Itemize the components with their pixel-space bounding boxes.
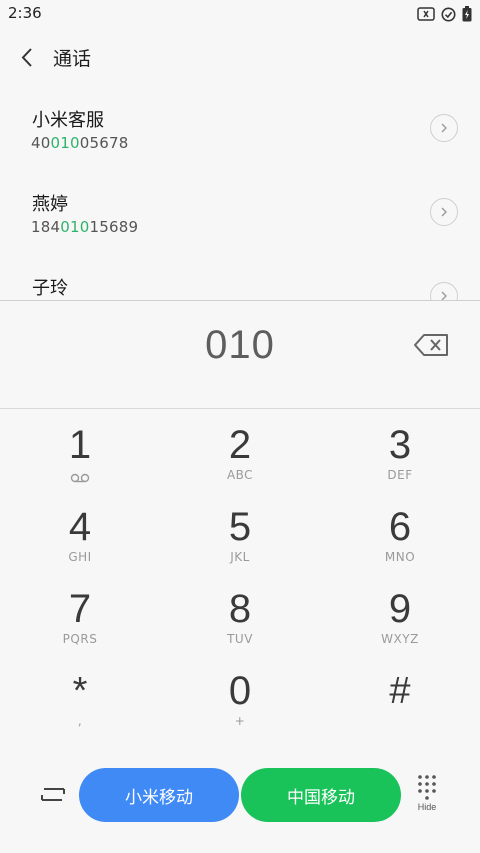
backspace-button[interactable] bbox=[412, 331, 452, 359]
voicemail-icon bbox=[70, 468, 90, 487]
key-letters: ABC bbox=[226, 468, 254, 482]
key-digit: 6 bbox=[388, 505, 412, 549]
dialpad-icon bbox=[418, 775, 436, 800]
key-letters: WXYZ bbox=[381, 632, 419, 646]
key-star[interactable]: * , bbox=[0, 664, 160, 746]
contact-name: 小米客服 bbox=[32, 110, 104, 131]
call-sim1-button[interactable]: 小米移动 bbox=[79, 768, 239, 822]
key-digit: 8 bbox=[228, 587, 252, 631]
back-button[interactable] bbox=[14, 44, 42, 72]
key-digit: 5 bbox=[228, 505, 252, 549]
hide-dialpad-button[interactable]: Hide bbox=[410, 774, 444, 820]
page-title: 通话 bbox=[53, 48, 92, 70]
swap-sim-button[interactable] bbox=[36, 778, 70, 812]
dial-input-area: 010 bbox=[0, 301, 480, 409]
dial-number-display: 010 bbox=[205, 323, 275, 367]
call-bar: 小米移动 中国移动 Hide bbox=[0, 760, 480, 832]
key-letters: , bbox=[77, 714, 83, 728]
dialpad: 1 2 ABC 3 DEF 4 GHI 5 JKL 6 MNO 7 PQRS 8… bbox=[0, 418, 480, 748]
list-item[interactable]: 小米客服 4001005678 bbox=[0, 88, 480, 172]
key-letters: DEF bbox=[387, 468, 413, 482]
key-letters: MNO bbox=[384, 550, 416, 564]
key-9[interactable]: 9 WXYZ bbox=[320, 582, 480, 664]
key-digit: 3 bbox=[388, 423, 412, 467]
key-8[interactable]: 8 TUV bbox=[160, 582, 320, 664]
key-letters: JKL bbox=[230, 550, 250, 564]
key-3[interactable]: 3 DEF bbox=[320, 418, 480, 500]
contact-detail-button[interactable] bbox=[430, 282, 458, 300]
key-letters: GHI bbox=[68, 550, 92, 564]
battery-charging-icon bbox=[462, 6, 472, 22]
chevron-right-icon bbox=[441, 291, 447, 300]
sim-card-icon bbox=[417, 7, 435, 21]
key-digit: * bbox=[72, 670, 88, 712]
status-bar: 2:36 bbox=[0, 0, 480, 28]
chevron-right-icon bbox=[441, 123, 447, 133]
key-hash[interactable]: # bbox=[320, 664, 480, 746]
chevron-right-icon bbox=[441, 207, 447, 217]
key-4[interactable]: 4 GHI bbox=[0, 500, 160, 582]
contact-detail-button[interactable] bbox=[430, 198, 458, 226]
key-letters: PQRS bbox=[62, 632, 98, 646]
header: 通话 bbox=[0, 36, 480, 80]
hide-label: Hide bbox=[417, 802, 437, 812]
contact-name: 子玲 bbox=[32, 278, 68, 299]
key-0[interactable]: 0 + bbox=[160, 664, 320, 746]
key-1[interactable]: 1 bbox=[0, 418, 160, 500]
key-letters: TUV bbox=[227, 632, 253, 646]
key-6[interactable]: 6 MNO bbox=[320, 500, 480, 582]
check-circle-icon bbox=[441, 7, 456, 22]
key-digit: 0 bbox=[228, 669, 252, 713]
key-2[interactable]: 2 ABC bbox=[160, 418, 320, 500]
status-time: 2:36 bbox=[8, 4, 42, 22]
key-digit: 9 bbox=[388, 587, 412, 631]
call-sim2-button[interactable]: 中国移动 bbox=[241, 768, 401, 822]
chevron-left-icon bbox=[21, 48, 32, 67]
key-digit: 7 bbox=[68, 587, 92, 631]
contact-results-list: 小米客服 4001005678 燕婷 18401015689 子玲 bbox=[0, 88, 480, 300]
contact-name: 燕婷 bbox=[32, 194, 68, 215]
key-digit: 4 bbox=[68, 505, 92, 549]
list-item[interactable]: 燕婷 18401015689 bbox=[0, 172, 480, 256]
key-7[interactable]: 7 PQRS bbox=[0, 582, 160, 664]
key-5[interactable]: 5 JKL bbox=[160, 500, 320, 582]
key-digit: 1 bbox=[68, 423, 92, 467]
status-icons bbox=[417, 6, 472, 22]
key-digit: # bbox=[389, 670, 411, 712]
key-digit: 2 bbox=[228, 423, 252, 467]
backspace-icon bbox=[414, 334, 448, 356]
key-letters: + bbox=[234, 714, 246, 728]
contact-number: 4001005678 bbox=[31, 134, 129, 152]
divider bbox=[0, 408, 480, 409]
swap-sim-icon bbox=[41, 788, 65, 801]
contact-number: 18401015689 bbox=[31, 218, 139, 236]
list-item[interactable]: 子玲 bbox=[0, 256, 480, 300]
contact-detail-button[interactable] bbox=[430, 114, 458, 142]
